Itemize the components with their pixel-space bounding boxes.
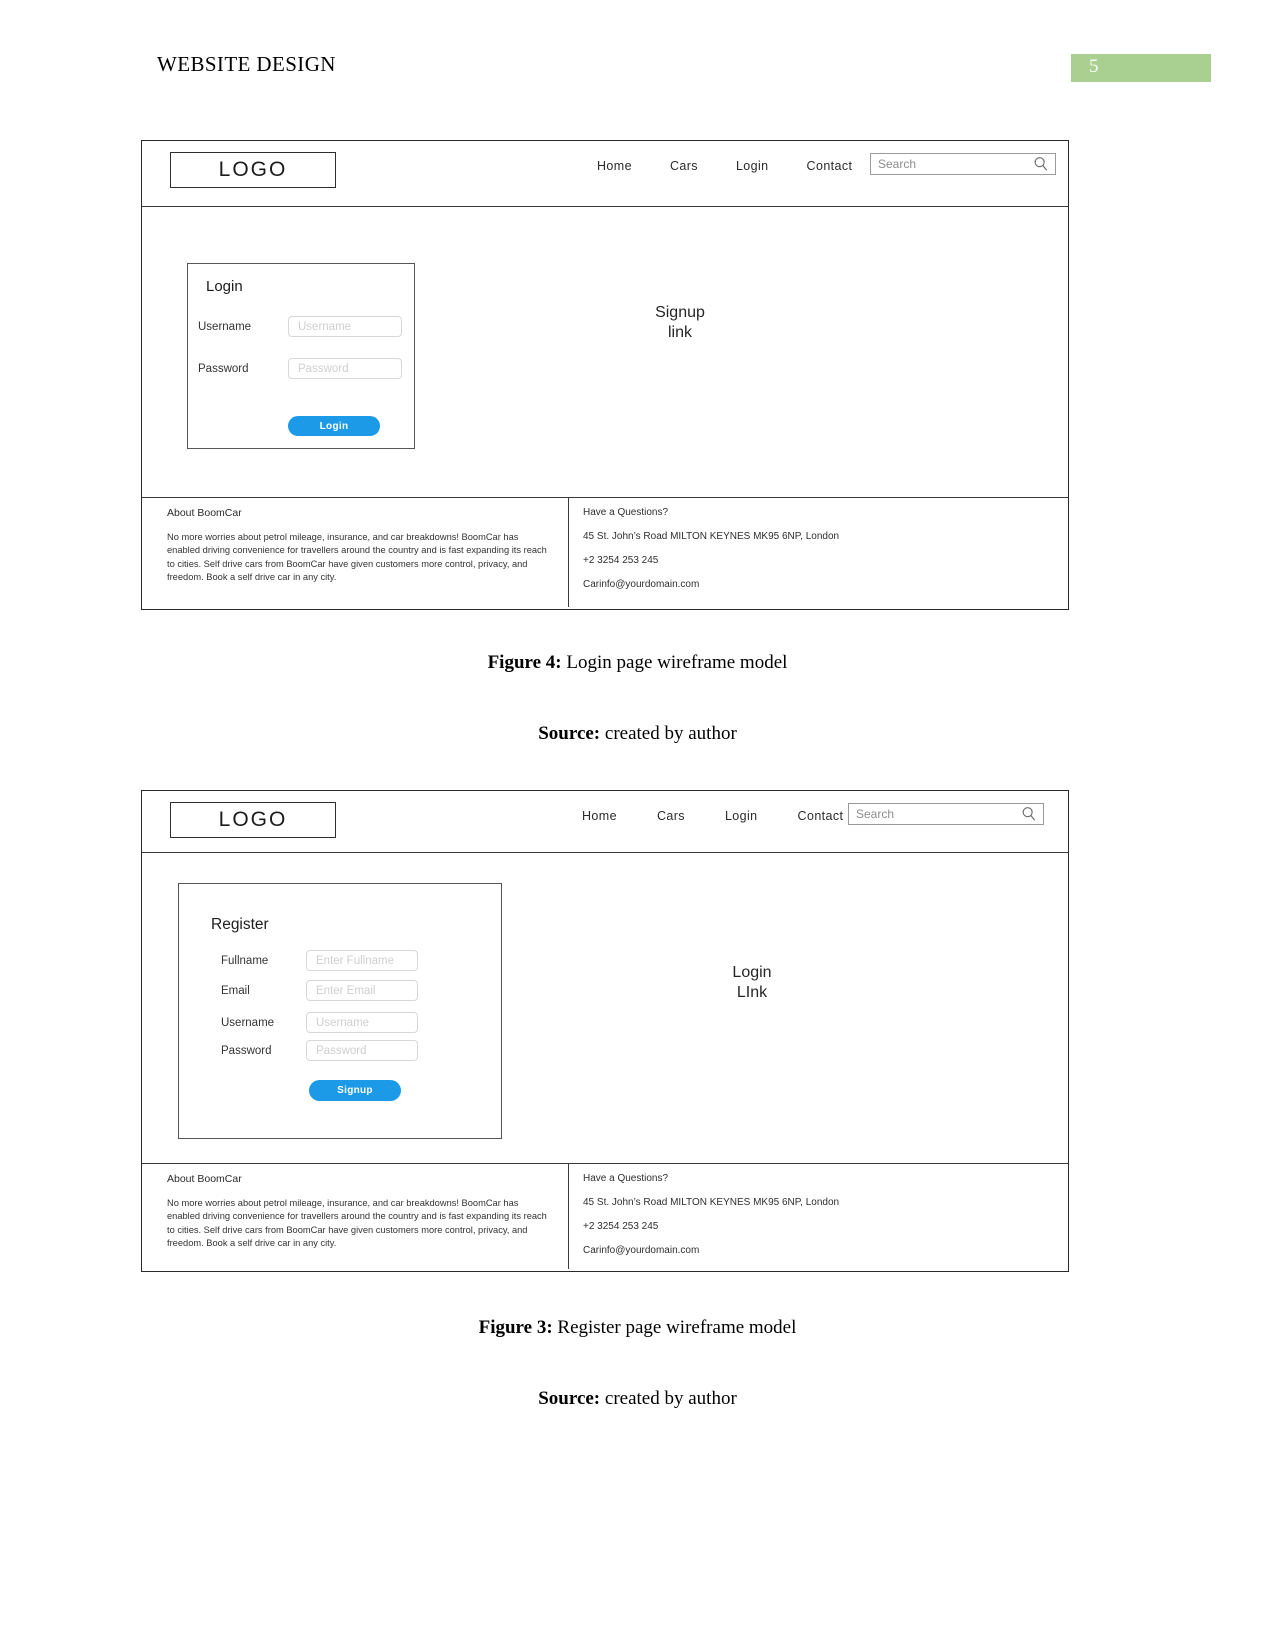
footer-contact-address: 45 St. John’s Road MILTON KEYNES MK95 6N… xyxy=(583,531,840,542)
logo-text: LOGO xyxy=(218,158,288,181)
figure-3-caption: Figure 3: Register page wireframe model xyxy=(0,1317,1275,1339)
search-icon[interactable] xyxy=(1020,805,1038,823)
search-placeholder: Search xyxy=(856,807,895,821)
footer-contact-heading: Have a Questions? xyxy=(583,507,669,518)
nav-item-login[interactable]: Login xyxy=(725,809,758,823)
figure-3-source-text: created by author xyxy=(600,1388,737,1409)
login-form-title: Login xyxy=(206,278,243,295)
username-label: Username xyxy=(198,320,252,333)
password-label: Password xyxy=(198,362,249,375)
footer-contact-column: Have a Questions? 45 St. John’s Road MIL… xyxy=(569,498,1068,607)
email-label: Email xyxy=(221,984,250,997)
register-form-panel: Register Fullname Enter Fullname Email E… xyxy=(178,883,502,1139)
login-link[interactable]: Login LInk xyxy=(682,963,822,1003)
username-placeholder: Username xyxy=(316,1016,370,1029)
logo-box[interactable]: LOGO xyxy=(170,802,336,838)
footer-contact-email: Carinfo@yourdomain.com xyxy=(583,1245,700,1256)
password-input[interactable]: Password xyxy=(306,1040,418,1061)
nav-item-contact[interactable]: Contact xyxy=(807,159,853,173)
page-number: 5 xyxy=(1089,56,1099,77)
nav-item-contact[interactable]: Contact xyxy=(798,809,844,823)
username-placeholder: Username xyxy=(298,320,352,333)
username-input[interactable]: Username xyxy=(306,1012,418,1033)
wireframe-topbar: LOGO Home Cars Login Contact Search xyxy=(142,791,1068,853)
footer-contact-phone: +2 3254 253 245 xyxy=(583,1221,659,1232)
main-navigation: Home Cars Login Contact xyxy=(597,159,890,173)
footer-about-column: About BoomCar No more worries about petr… xyxy=(142,1164,569,1269)
signup-link[interactable]: Signup link xyxy=(610,303,750,343)
nav-item-cars[interactable]: Cars xyxy=(657,809,685,823)
fullname-label: Fullname xyxy=(221,954,269,967)
nav-item-home[interactable]: Home xyxy=(582,809,617,823)
figure-3-text: Register page wireframe model xyxy=(552,1317,797,1338)
page-title: WEBSITE DESIGN xyxy=(157,52,336,76)
wireframe-topbar: LOGO Home Cars Login Contact Search xyxy=(142,141,1068,207)
page-header: WEBSITE DESIGN 5 xyxy=(0,52,1275,92)
password-input[interactable]: Password xyxy=(288,358,402,379)
username-input[interactable]: Username xyxy=(288,316,402,337)
search-input[interactable]: Search xyxy=(848,803,1044,825)
wireframe-content: Register Fullname Enter Fullname Email E… xyxy=(142,853,1068,1163)
signup-submit-button[interactable]: Signup xyxy=(309,1080,401,1101)
register-form-title: Register xyxy=(211,916,269,933)
figure-4-source: Source: created by author xyxy=(0,723,1275,745)
figure-4-source-text: created by author xyxy=(600,723,737,744)
figure-4-text: Login page wireframe model xyxy=(561,652,788,673)
fullname-input[interactable]: Enter Fullname xyxy=(306,950,418,971)
footer-contact-email: Carinfo@yourdomain.com xyxy=(583,579,700,590)
wireframe-footer: About BoomCar No more worries about petr… xyxy=(142,497,1068,607)
password-field-row: Password Password xyxy=(198,358,406,379)
figure-3-label: Figure 3: xyxy=(478,1317,553,1338)
username-field-row: Username Username xyxy=(221,1012,493,1033)
footer-contact-column: Have a Questions? 45 St. John’s Road MIL… xyxy=(569,1164,1068,1269)
figure-3-source-label: Source: xyxy=(538,1388,601,1409)
figure-4-label: Figure 4: xyxy=(487,652,562,673)
search-placeholder: Search xyxy=(878,157,917,171)
email-field-row: Email Enter Email xyxy=(221,980,493,1001)
search-input[interactable]: Search xyxy=(870,153,1056,175)
wireframe-footer: About BoomCar No more worries about petr… xyxy=(142,1163,1068,1269)
email-placeholder: Enter Email xyxy=(316,984,376,997)
footer-contact-heading: Have a Questions? xyxy=(583,1173,669,1184)
username-label: Username xyxy=(221,1016,275,1029)
fullname-placeholder: Enter Fullname xyxy=(316,954,394,967)
footer-about-column: About BoomCar No more worries about petr… xyxy=(142,498,569,607)
login-form-panel: Login Username Username Password Passwor… xyxy=(187,263,415,449)
login-wireframe: LOGO Home Cars Login Contact Search Logi… xyxy=(141,140,1069,610)
logo-text: LOGO xyxy=(218,808,288,831)
main-navigation: Home Cars Login Contact xyxy=(582,809,883,823)
password-label: Password xyxy=(221,1044,272,1057)
footer-about-text: No more worries about petrol mileage, in… xyxy=(167,1198,547,1249)
nav-item-login[interactable]: Login xyxy=(736,159,769,173)
figure-3-source: Source: created by author xyxy=(0,1388,1275,1410)
password-placeholder: Password xyxy=(298,362,349,375)
login-submit-button[interactable]: Login xyxy=(288,416,380,436)
footer-contact-phone: +2 3254 253 245 xyxy=(583,555,659,566)
email-input[interactable]: Enter Email xyxy=(306,980,418,1001)
wireframe-content: Login Username Username Password Passwor… xyxy=(142,207,1068,497)
footer-about-text: No more worries about petrol mileage, in… xyxy=(167,532,547,583)
footer-about-heading: About BoomCar xyxy=(167,507,242,519)
footer-contact-address: 45 St. John’s Road MILTON KEYNES MK95 6N… xyxy=(583,1197,840,1208)
password-field-row: Password Password xyxy=(221,1040,493,1061)
username-field-row: Username Username xyxy=(198,316,406,337)
logo-box[interactable]: LOGO xyxy=(170,152,336,188)
register-wireframe: LOGO Home Cars Login Contact Search Regi… xyxy=(141,790,1069,1272)
figure-4-caption: Figure 4: Login page wireframe model xyxy=(0,652,1275,674)
nav-item-home[interactable]: Home xyxy=(597,159,632,173)
footer-about-heading: About BoomCar xyxy=(167,1173,242,1185)
figure-4-source-label: Source: xyxy=(538,723,601,744)
nav-item-cars[interactable]: Cars xyxy=(670,159,698,173)
search-icon[interactable] xyxy=(1032,155,1050,173)
page-number-box: 5 xyxy=(1071,54,1211,82)
password-placeholder: Password xyxy=(316,1044,367,1057)
fullname-field-row: Fullname Enter Fullname xyxy=(221,950,493,971)
